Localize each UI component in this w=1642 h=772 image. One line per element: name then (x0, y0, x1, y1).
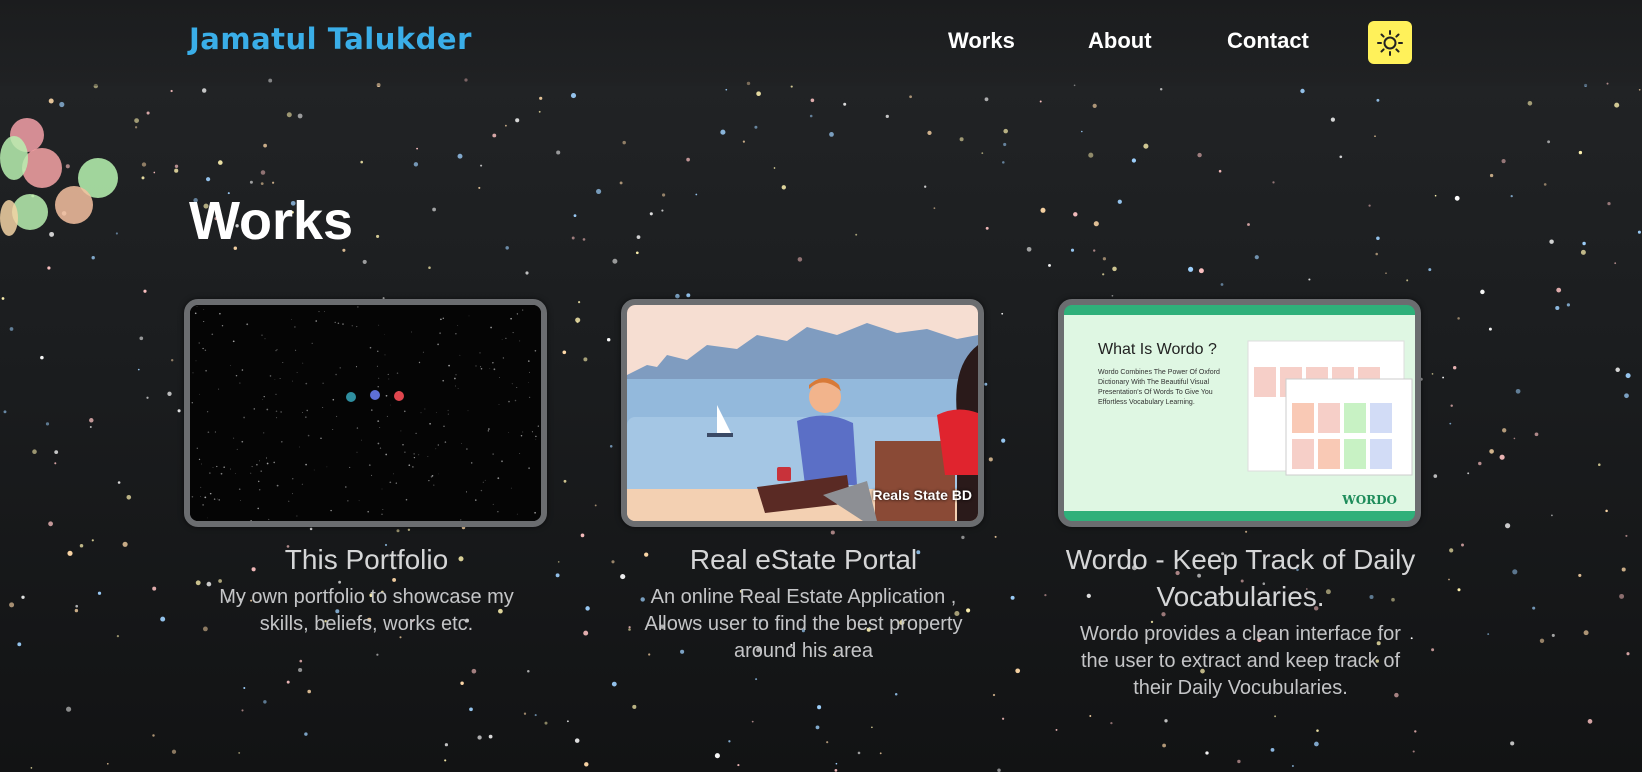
decorative-bubble (0, 200, 18, 236)
thumbnail-caption: Reals State BD (872, 487, 972, 503)
nav-link-about[interactable]: About (1088, 28, 1152, 54)
project-thumbnail[interactable]: What Is Wordo ? Wordo Combines The Power… (1058, 299, 1421, 527)
project-card-portfolio[interactable]: This Portfolio My own portfolio to showc… (184, 299, 549, 638)
thumbnail-heading: What Is Wordo ? (1098, 341, 1217, 358)
project-title[interactable]: Wordo - Keep Track of Daily Vocabularies… (1058, 541, 1423, 615)
wordo-logo: WORDO (1342, 493, 1397, 507)
brand-logo-text[interactable]: Jamatul Talukder (189, 22, 472, 56)
thumbnail-text: Wordo Combines The Power Of Oxford Dicti… (1098, 369, 1220, 406)
project-description: My own portfolio to showcase my skills, … (219, 586, 514, 635)
sun-icon (1377, 29, 1403, 56)
theme-toggle-button[interactable] (1368, 21, 1412, 64)
project-title[interactable]: This Portfolio (184, 541, 549, 578)
project-card-wordo[interactable]: What Is Wordo ? Wordo Combines The Power… (1058, 299, 1423, 702)
nav-link-works[interactable]: Works (948, 28, 1015, 54)
nav-link-contact[interactable]: Contact (1227, 28, 1309, 54)
project-description: Wordo provides a clean interface for the… (1080, 623, 1401, 699)
decorative-bubble (0, 136, 28, 180)
decorative-bubble (55, 186, 93, 224)
project-card-real-estate[interactable]: Reals State BD Real eState Portal An onl… (621, 299, 986, 665)
top-navigation: Jamatul Talukder Works About Contact (0, 0, 1642, 86)
decorative-bubble (22, 148, 62, 188)
project-thumbnail[interactable]: Reals State BD (621, 299, 984, 527)
portfolio-thumbnail-image (190, 305, 541, 521)
project-thumbnail[interactable] (184, 299, 547, 527)
project-description: An online Real Estate Application , Allo… (644, 586, 963, 662)
project-title[interactable]: Real eState Portal (621, 541, 986, 578)
page-title: Works (189, 191, 354, 251)
wordo-thumbnail-image (1064, 315, 1415, 511)
